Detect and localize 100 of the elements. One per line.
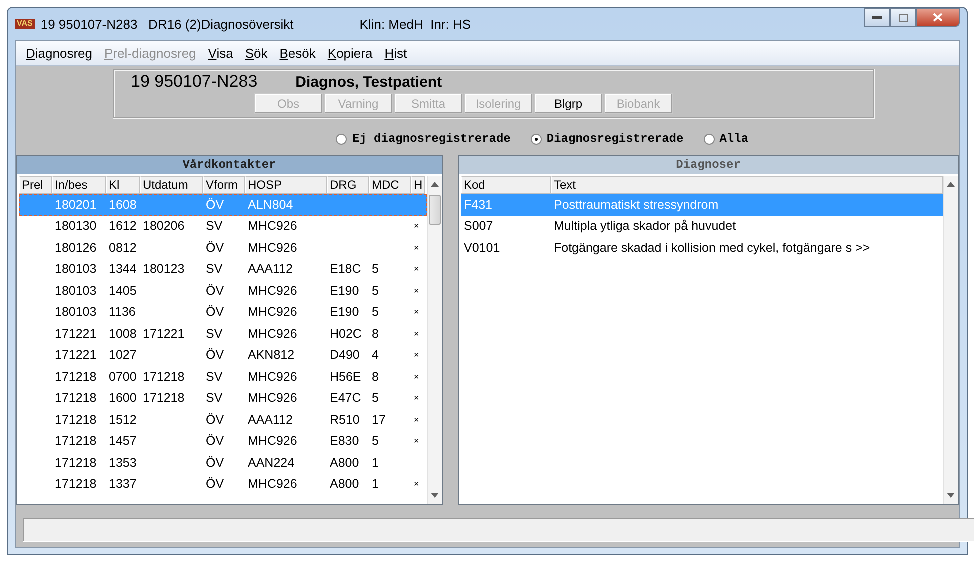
table-row[interactable]: 180130 1612 180206 SV MHC926 × <box>19 216 427 237</box>
radio-label: Ej diagnosregistrerade <box>352 132 511 146</box>
table-row[interactable]: V0101 Fotgängare skadad i kollision med cykel, fotgängare s >> <box>461 237 943 258</box>
table-cell-text: 171218 <box>54 477 98 492</box>
table-cell-text: × <box>413 328 420 339</box>
scroll-up-arrow-icon[interactable] <box>431 182 439 187</box>
table-cell-text: 0700 <box>108 370 138 384</box>
table-row[interactable]: 180103 1136 ÖV MHC926 E190 5 × <box>19 302 427 323</box>
app-logo: VAS <box>15 19 35 29</box>
table-cell-text: 180130 <box>54 219 98 234</box>
column-header[interactable]: H <box>411 176 425 194</box>
table-row[interactable]: S007 Multipla ytliga skador på huvudet <box>461 216 943 237</box>
table-cell-text: × <box>413 479 420 490</box>
panel-title: Vårdkontakter <box>17 156 442 174</box>
table-cell-text: AAA112 <box>247 412 294 427</box>
radio-button[interactable] <box>704 134 715 144</box>
scrollbar-thumb[interactable] <box>429 195 441 225</box>
table-cell-text: 1608 <box>108 198 138 212</box>
table-cell-text: R510 <box>329 412 361 427</box>
column-header[interactable]: DRG <box>327 176 369 194</box>
table-cell-text: H56E <box>329 370 362 384</box>
menu-item[interactable]: Besök <box>274 46 322 60</box>
scroll-down-arrow-icon[interactable] <box>947 493 955 498</box>
menu-item[interactable]: Visa <box>202 46 240 60</box>
close-button[interactable] <box>916 8 960 27</box>
table-cell-text: F431 <box>463 198 494 212</box>
close-icon <box>933 13 943 22</box>
table-cell-text: 0812 <box>108 240 138 255</box>
table-cell-text: × <box>413 393 420 404</box>
table-cell-text: 5 <box>371 391 380 406</box>
table-cell-text: Fotgängare skadad i kollision med cykel, fotgängare s >> <box>553 240 872 255</box>
table-cell-text: SV <box>205 326 224 341</box>
table-cell-text: 1027 <box>108 348 138 362</box>
table-cell-text: SV <box>205 391 224 406</box>
table-row[interactable]: 171218 1457 ÖV MHC926 E830 5 × <box>19 430 427 452</box>
column-header[interactable]: MDC <box>369 176 411 194</box>
table-cell-text: 180103 <box>54 305 98 320</box>
radio-button[interactable] <box>530 134 542 144</box>
flag-button[interactable]: Blgrp <box>534 93 603 114</box>
table-row[interactable]: 171221 1008 171221 SV MHC926 H02C 8 × <box>19 323 427 344</box>
maximize-button[interactable] <box>890 8 916 27</box>
column-header[interactable]: Utdatum <box>140 176 203 194</box>
table-row[interactable]: 171218 1337 ÖV MHC926 A800 1 × <box>19 474 427 495</box>
column-header[interactable]: Kl <box>106 176 140 194</box>
table-cell-text: A800 <box>329 477 360 492</box>
scrollbar[interactable] <box>943 176 958 504</box>
scroll-down-arrow-icon[interactable] <box>431 493 439 498</box>
menu-item[interactable]: Kopiera <box>322 46 379 60</box>
table-cell-text: 171218 <box>54 434 98 448</box>
scroll-up-arrow-icon[interactable] <box>947 182 955 187</box>
radio-button[interactable] <box>336 134 348 144</box>
table-cell-text: MHC926 <box>247 434 298 448</box>
table-row[interactable]: 171221 1027 ÖV AKN812 D490 4 × <box>19 344 427 366</box>
table-cell-text: E47C <box>329 391 362 406</box>
table-cell-text: 1337 <box>108 477 138 492</box>
column-header[interactable]: Text <box>551 176 943 194</box>
scrollbar[interactable] <box>427 176 442 504</box>
table-cell-text: 1008 <box>108 326 138 341</box>
table-cell-text: SV <box>205 219 224 234</box>
table-cell-text: MHC926 <box>247 284 298 298</box>
table-cell-text: MHC926 <box>247 477 298 492</box>
table-cell-text: E18C <box>329 262 362 276</box>
table-cell-text: 1 <box>371 456 380 470</box>
table-cell-text: 1405 <box>108 284 138 298</box>
table-cell-text: AAA112 <box>247 262 294 276</box>
table-cell-text: 1600 <box>108 391 138 406</box>
menu-item[interactable]: Hist <box>378 46 414 60</box>
table-cell-text: 171221 <box>54 348 98 362</box>
column-header[interactable]: Kod <box>461 176 551 194</box>
table-cell-text: 180201 <box>54 198 98 212</box>
table-cell-text: 171221 <box>54 326 98 341</box>
table-cell-text: × <box>413 372 420 382</box>
table-cell-text: 1136 <box>108 305 137 320</box>
table-cell-text: × <box>413 414 420 425</box>
table-cell-text: ÖV <box>205 434 226 448</box>
table-cell-text: V0101 <box>463 240 502 255</box>
clinic-info: Klin: MedH Inr: HS <box>360 16 472 32</box>
menu-item[interactable]: Sök <box>239 46 274 60</box>
table-row[interactable]: 171218 0700 171218 SV MHC926 H56E 8 × <box>19 366 427 388</box>
table-cell-text: 5 <box>371 434 380 448</box>
table-cell-text: E830 <box>329 434 360 448</box>
table-cell-text: 180206 <box>142 219 186 234</box>
column-header[interactable]: In/bes <box>52 176 106 194</box>
table-row[interactable]: 171218 1353 ÖV AAN224 A800 1 <box>19 452 427 474</box>
table-row[interactable]: 171218 1600 171218 SV MHC926 E47C 5 × <box>19 388 427 409</box>
table-cell-text: 1512 <box>108 412 138 427</box>
table-row[interactable]: 180103 1344 180123 SV AAA112 E18C 5 × <box>19 258 427 280</box>
table-cell-text: × <box>413 221 420 232</box>
table-cell-text: ÖV <box>205 305 226 320</box>
table-row[interactable]: 180103 1405 ÖV MHC926 E190 5 × <box>19 280 427 302</box>
column-header[interactable]: Prel <box>19 176 52 194</box>
column-header[interactable]: Vform <box>203 176 245 194</box>
table-cell-text: SV <box>205 370 224 384</box>
minimize-button[interactable] <box>864 8 890 27</box>
table-row[interactable]: 180126 0812 ÖV MHC926 × <box>19 237 427 258</box>
table-row[interactable]: 171218 1512 ÖV AAA112 R510 17 × <box>19 409 427 430</box>
menu-item[interactable]: Diagnosreg <box>20 46 98 60</box>
table-cell-text: 171218 <box>54 370 98 384</box>
column-header[interactable]: HOSP <box>245 176 327 194</box>
table-cell-text: SV <box>205 262 224 276</box>
